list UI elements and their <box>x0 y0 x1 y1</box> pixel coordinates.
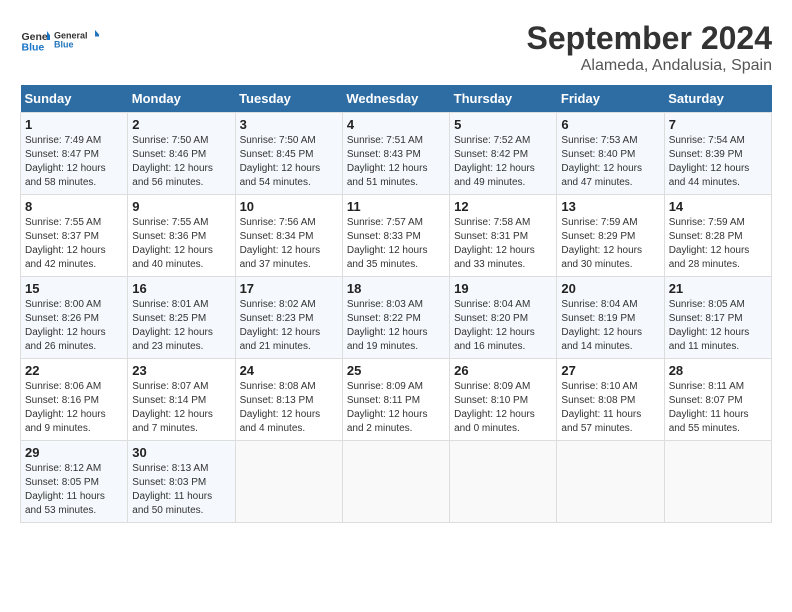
calendar-cell: 29Sunrise: 8:12 AMSunset: 8:05 PMDayligh… <box>21 441 128 523</box>
calendar-cell: 9Sunrise: 7:55 AMSunset: 8:36 PMDaylight… <box>128 195 235 277</box>
calendar-header-row: Sunday Monday Tuesday Wednesday Thursday… <box>21 85 772 113</box>
calendar-cell: 5Sunrise: 7:52 AMSunset: 8:42 PMDaylight… <box>450 113 557 195</box>
calendar-cell: 21Sunrise: 8:05 AMSunset: 8:17 PMDayligh… <box>664 277 771 359</box>
calendar-cell: 30Sunrise: 8:13 AMSunset: 8:03 PMDayligh… <box>128 441 235 523</box>
col-saturday: Saturday <box>664 85 771 113</box>
calendar-cell: 7Sunrise: 7:54 AMSunset: 8:39 PMDaylight… <box>664 113 771 195</box>
calendar-week-1: 1Sunrise: 7:49 AMSunset: 8:47 PMDaylight… <box>21 113 772 195</box>
calendar-cell: 26Sunrise: 8:09 AMSunset: 8:10 PMDayligh… <box>450 359 557 441</box>
calendar-cell: 25Sunrise: 8:09 AMSunset: 8:11 PMDayligh… <box>342 359 449 441</box>
calendar-cell: 18Sunrise: 8:03 AMSunset: 8:22 PMDayligh… <box>342 277 449 359</box>
page-header: General Blue General Blue September 2024… <box>20 20 772 75</box>
logo: General Blue General Blue <box>20 20 99 60</box>
location-subtitle: Alameda, Andalusia, Spain <box>527 57 772 75</box>
calendar-cell: 22Sunrise: 8:06 AMSunset: 8:16 PMDayligh… <box>21 359 128 441</box>
generalblue-logo-svg: General Blue <box>54 20 99 60</box>
calendar-cell <box>557 441 664 523</box>
calendar-cell: 2Sunrise: 7:50 AMSunset: 8:46 PMDaylight… <box>128 113 235 195</box>
calendar-cell: 14Sunrise: 7:59 AMSunset: 8:28 PMDayligh… <box>664 195 771 277</box>
calendar-table: Sunday Monday Tuesday Wednesday Thursday… <box>20 85 772 523</box>
calendar-cell: 8Sunrise: 7:55 AMSunset: 8:37 PMDaylight… <box>21 195 128 277</box>
col-sunday: Sunday <box>21 85 128 113</box>
calendar-cell: 11Sunrise: 7:57 AMSunset: 8:33 PMDayligh… <box>342 195 449 277</box>
calendar-cell: 1Sunrise: 7:49 AMSunset: 8:47 PMDaylight… <box>21 113 128 195</box>
calendar-cell: 13Sunrise: 7:59 AMSunset: 8:29 PMDayligh… <box>557 195 664 277</box>
calendar-cell: 12Sunrise: 7:58 AMSunset: 8:31 PMDayligh… <box>450 195 557 277</box>
calendar-cell: 3Sunrise: 7:50 AMSunset: 8:45 PMDaylight… <box>235 113 342 195</box>
calendar-cell: 17Sunrise: 8:02 AMSunset: 8:23 PMDayligh… <box>235 277 342 359</box>
calendar-cell: 20Sunrise: 8:04 AMSunset: 8:19 PMDayligh… <box>557 277 664 359</box>
month-year-title: September 2024 <box>527 20 772 57</box>
title-area: September 2024 Alameda, Andalusia, Spain <box>527 20 772 75</box>
calendar-cell: 27Sunrise: 8:10 AMSunset: 8:08 PMDayligh… <box>557 359 664 441</box>
logo-icon: General Blue <box>20 25 50 55</box>
calendar-week-5: 29Sunrise: 8:12 AMSunset: 8:05 PMDayligh… <box>21 441 772 523</box>
svg-text:Blue: Blue <box>22 42 45 54</box>
col-friday: Friday <box>557 85 664 113</box>
calendar-cell: 4Sunrise: 7:51 AMSunset: 8:43 PMDaylight… <box>342 113 449 195</box>
calendar-cell: 6Sunrise: 7:53 AMSunset: 8:40 PMDaylight… <box>557 113 664 195</box>
calendar-cell <box>235 441 342 523</box>
calendar-week-3: 15Sunrise: 8:00 AMSunset: 8:26 PMDayligh… <box>21 277 772 359</box>
col-thursday: Thursday <box>450 85 557 113</box>
calendar-cell <box>664 441 771 523</box>
svg-text:Blue: Blue <box>54 40 74 50</box>
col-wednesday: Wednesday <box>342 85 449 113</box>
calendar-cell: 10Sunrise: 7:56 AMSunset: 8:34 PMDayligh… <box>235 195 342 277</box>
calendar-cell: 15Sunrise: 8:00 AMSunset: 8:26 PMDayligh… <box>21 277 128 359</box>
calendar-cell: 24Sunrise: 8:08 AMSunset: 8:13 PMDayligh… <box>235 359 342 441</box>
col-monday: Monday <box>128 85 235 113</box>
calendar-cell: 28Sunrise: 8:11 AMSunset: 8:07 PMDayligh… <box>664 359 771 441</box>
calendar-cell <box>342 441 449 523</box>
calendar-cell: 16Sunrise: 8:01 AMSunset: 8:25 PMDayligh… <box>128 277 235 359</box>
calendar-cell <box>450 441 557 523</box>
calendar-week-2: 8Sunrise: 7:55 AMSunset: 8:37 PMDaylight… <box>21 195 772 277</box>
calendar-cell: 23Sunrise: 8:07 AMSunset: 8:14 PMDayligh… <box>128 359 235 441</box>
svg-text:General: General <box>54 31 88 41</box>
calendar-week-4: 22Sunrise: 8:06 AMSunset: 8:16 PMDayligh… <box>21 359 772 441</box>
calendar-cell: 19Sunrise: 8:04 AMSunset: 8:20 PMDayligh… <box>450 277 557 359</box>
col-tuesday: Tuesday <box>235 85 342 113</box>
